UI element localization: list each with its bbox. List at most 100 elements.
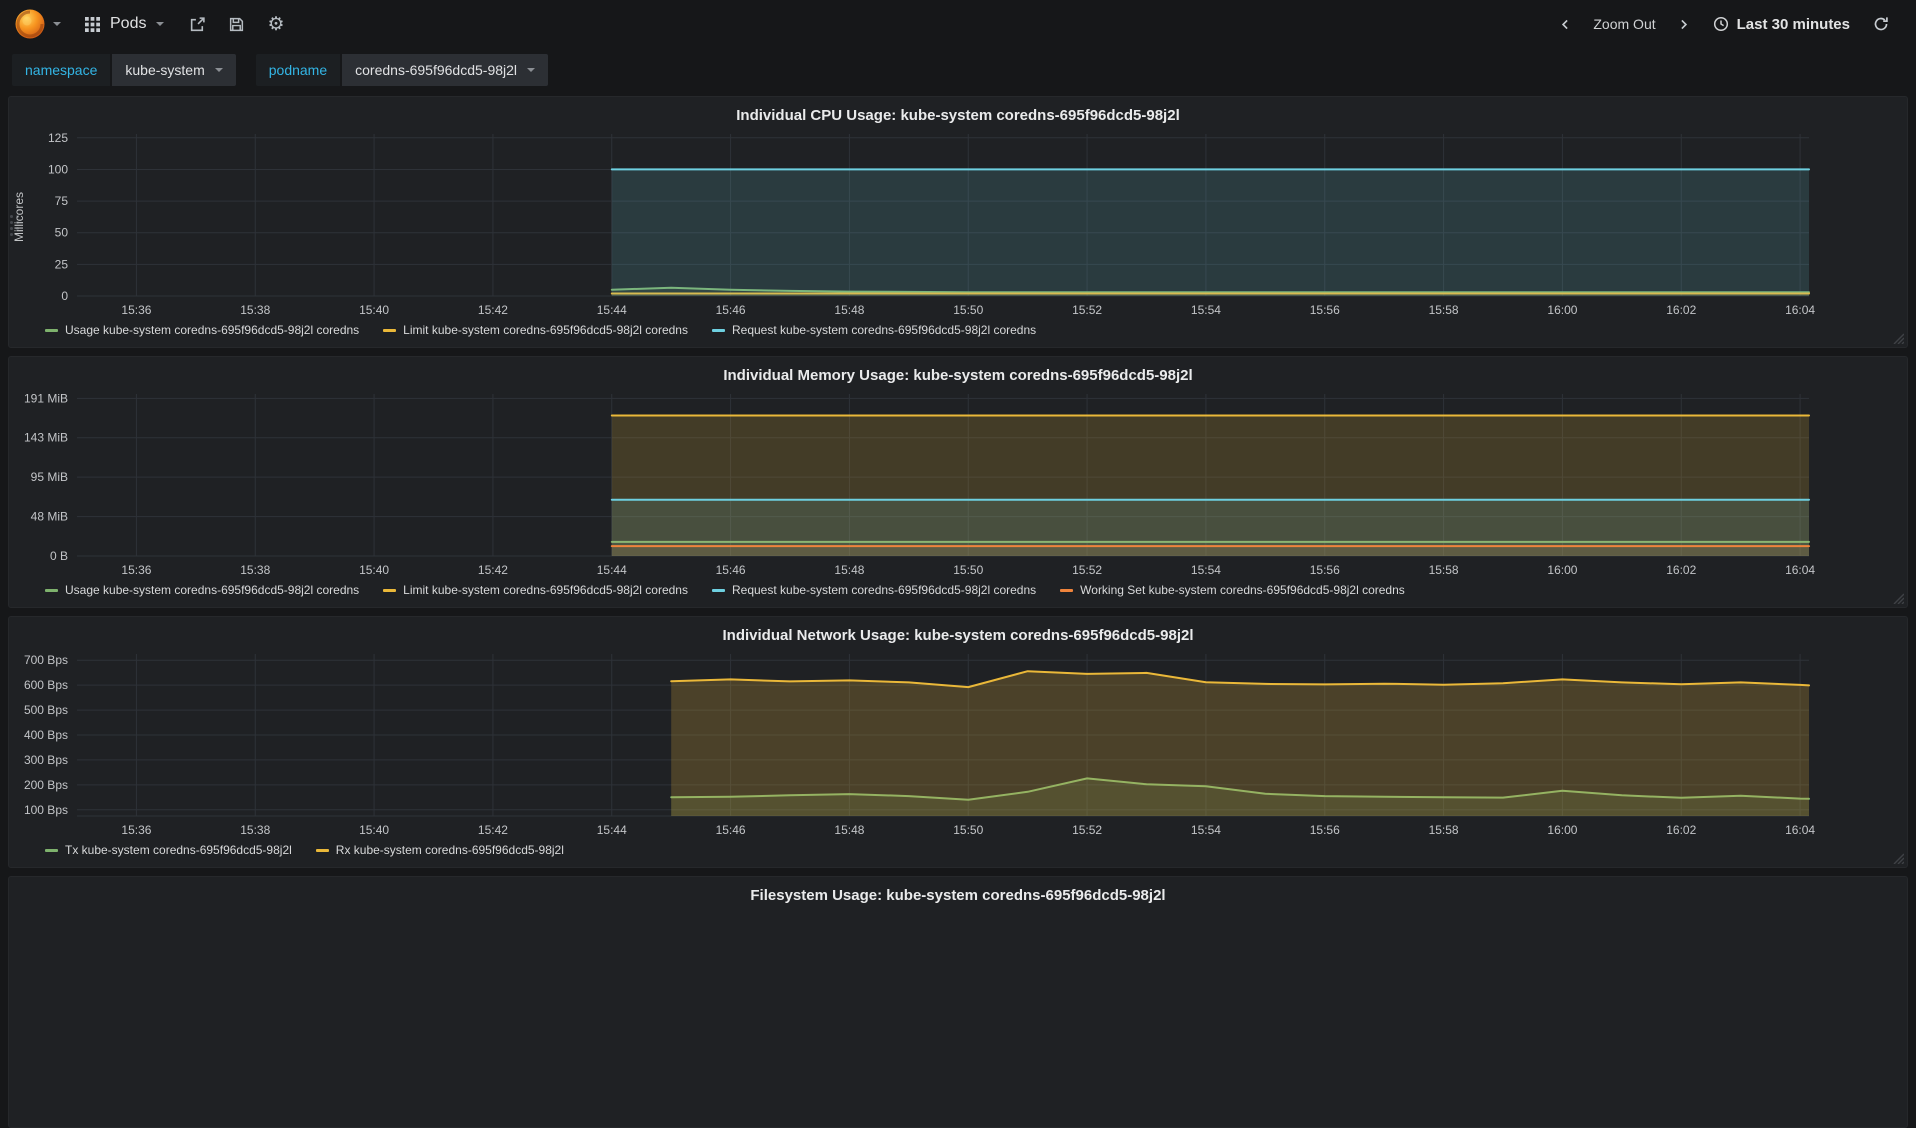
time-forward-button[interactable]	[1666, 9, 1701, 40]
svg-text:15:48: 15:48	[834, 823, 864, 837]
dashboard-picker[interactable]: Pods	[71, 7, 178, 41]
svg-text:15:38: 15:38	[240, 303, 270, 317]
svg-text:48 MiB: 48 MiB	[31, 510, 68, 524]
legend-swatch	[383, 588, 397, 592]
svg-text:15:40: 15:40	[359, 303, 389, 317]
svg-text:15:52: 15:52	[1072, 303, 1102, 317]
svg-text:15:52: 15:52	[1072, 823, 1102, 837]
podname-select[interactable]: coredns-695f96dcd5-98j2l	[342, 54, 549, 86]
legend-label: Working Set kube-system coredns-695f96dc…	[1080, 583, 1405, 597]
legend-label: Request kube-system coredns-695f96dcd5-9…	[731, 323, 1037, 337]
chart-legend: Usage kube-system coredns-695f96dcd5-98j…	[19, 582, 1897, 597]
legend-item[interactable]: Limit kube-system coredns-695f96dcd5-98j…	[383, 323, 688, 337]
panel-cpu-usage: Individual CPU Usage: kube-system coredn…	[8, 96, 1908, 348]
refresh-button[interactable]	[1862, 8, 1900, 40]
legend-item[interactable]: Limit kube-system coredns-695f96dcd5-98j…	[383, 583, 688, 597]
panel-title[interactable]: Individual Network Usage: kube-system co…	[19, 623, 1897, 646]
svg-text:191 MiB: 191 MiB	[24, 391, 68, 405]
namespace-value: kube-system	[125, 62, 205, 78]
svg-text:25: 25	[55, 257, 69, 271]
svg-text:15:46: 15:46	[716, 563, 746, 577]
legend-item[interactable]: Working Set kube-system coredns-695f96dc…	[1060, 583, 1405, 597]
chart-legend: Tx kube-system coredns-695f96dcd5-98j2l R…	[19, 842, 1897, 857]
svg-text:16:04: 16:04	[1785, 303, 1815, 317]
save-button[interactable]	[217, 8, 256, 41]
svg-text:15:54: 15:54	[1191, 823, 1221, 837]
legend-label: Rx kube-system coredns-695f96dcd5-98j2l	[335, 843, 564, 857]
svg-text:15:58: 15:58	[1429, 823, 1459, 837]
svg-text:16:04: 16:04	[1785, 563, 1815, 577]
namespace-select[interactable]: kube-system	[112, 54, 236, 86]
podname-label: podname	[255, 54, 341, 86]
panel-title[interactable]: Individual Memory Usage: kube-system cor…	[19, 363, 1897, 386]
legend-item[interactable]: Request kube-system coredns-695f96dcd5-9…	[711, 323, 1037, 337]
legend-label: Usage kube-system coredns-695f96dcd5-98j…	[65, 323, 360, 337]
gear-icon: ⚙	[267, 13, 285, 35]
grafana-logo-icon	[15, 9, 45, 39]
memory-chart-canvas[interactable]: 0 B 48 MiB 95 MiB 143 MiB 191 MiB 15:36 15:38 1…	[19, 386, 1897, 582]
panel-resize-handle[interactable]	[1891, 851, 1904, 864]
svg-text:15:50: 15:50	[953, 823, 983, 837]
variable-bar: namespace kube-system podname coredns-69…	[0, 48, 1916, 92]
dashboard-title: Pods	[110, 15, 147, 32]
legend-item[interactable]: Usage kube-system coredns-695f96dcd5-98j…	[45, 583, 359, 597]
share-icon	[191, 16, 206, 31]
legend-item[interactable]: Request kube-system coredns-695f96dcd5-9…	[711, 583, 1036, 597]
panel-filesystem-usage: Filesystem Usage: kube-system coredns-69…	[8, 876, 1908, 1128]
legend-swatch	[711, 328, 725, 332]
svg-text:15:44: 15:44	[597, 823, 627, 837]
legend-item[interactable]: Rx kube-system coredns-695f96dcd5-98j2l	[315, 843, 564, 857]
svg-text:15:48: 15:48	[834, 563, 864, 577]
cpu-chart-canvas[interactable]: 0 25 50 75 100 125 15:36 15:38 15:40 15:42 15:44 15…	[19, 126, 1897, 322]
legend-item[interactable]: Tx kube-system coredns-695f96dcd5-98j2l	[45, 843, 292, 857]
svg-text:50: 50	[55, 226, 69, 240]
svg-text:200 Bps: 200 Bps	[24, 778, 68, 792]
panel-title[interactable]: Individual CPU Usage: kube-system coredn…	[19, 103, 1897, 126]
svg-text:16:04: 16:04	[1785, 823, 1815, 837]
svg-text:16:02: 16:02	[1666, 303, 1696, 317]
svg-text:300 Bps: 300 Bps	[24, 753, 68, 767]
dashboard-grid: Individual CPU Usage: kube-system coredn…	[0, 92, 1916, 1128]
panel-memory-usage: Individual Memory Usage: kube-system cor…	[8, 356, 1908, 608]
grafana-logo[interactable]	[8, 2, 71, 46]
variable-namespace: namespace kube-system	[12, 54, 236, 86]
navbar: Pods ⚙ Zoom Out Last 30 minutes	[0, 0, 1916, 48]
panel-resize-handle[interactable]	[1891, 591, 1904, 604]
zoom-out-button[interactable]: Zoom Out	[1585, 10, 1663, 38]
svg-text:16:02: 16:02	[1666, 563, 1696, 577]
svg-text:15:44: 15:44	[597, 563, 627, 577]
network-chart-canvas[interactable]: 100 Bps 200 Bps 300 Bps 400 Bps 500 Bps 600 B…	[19, 646, 1897, 842]
time-range-picker[interactable]: Last 30 minutes	[1703, 10, 1860, 39]
refresh-icon	[1874, 17, 1888, 31]
svg-text:600 Bps: 600 Bps	[24, 678, 68, 692]
svg-text:15:58: 15:58	[1429, 303, 1459, 317]
filesystem-chart-canvas[interactable]	[19, 906, 1897, 1102]
svg-text:15:42: 15:42	[478, 563, 508, 577]
share-button[interactable]	[178, 8, 217, 41]
svg-text:15:40: 15:40	[359, 563, 389, 577]
clock-icon	[1713, 16, 1728, 32]
svg-text:15:54: 15:54	[1191, 563, 1221, 577]
svg-text:16:00: 16:00	[1547, 563, 1577, 577]
svg-text:15:52: 15:52	[1072, 563, 1102, 577]
svg-text:15:42: 15:42	[478, 303, 508, 317]
panel-title[interactable]: Filesystem Usage: kube-system coredns-69…	[19, 883, 1897, 906]
svg-text:700 Bps: 700 Bps	[24, 653, 68, 667]
legend-swatch	[1060, 588, 1074, 592]
y-axis-label: Millicores	[12, 191, 26, 243]
legend-label: Limit kube-system coredns-695f96dcd5-98j…	[403, 323, 688, 337]
svg-text:15:56: 15:56	[1310, 563, 1340, 577]
legend-swatch	[315, 848, 329, 852]
dashboards-grid-icon	[85, 16, 100, 32]
settings-button[interactable]: ⚙	[256, 7, 295, 42]
dashboard-caret-icon	[156, 22, 165, 26]
svg-text:15:36: 15:36	[121, 823, 151, 837]
panel-resize-handle[interactable]	[1891, 331, 1904, 344]
svg-text:15:50: 15:50	[953, 563, 983, 577]
svg-text:15:38: 15:38	[240, 823, 270, 837]
svg-text:400 Bps: 400 Bps	[24, 728, 68, 742]
legend-item[interactable]: Usage kube-system coredns-695f96dcd5-98j…	[45, 323, 359, 337]
time-back-button[interactable]	[1548, 9, 1583, 40]
svg-text:16:00: 16:00	[1547, 823, 1577, 837]
svg-text:0 B: 0 B	[50, 549, 68, 563]
